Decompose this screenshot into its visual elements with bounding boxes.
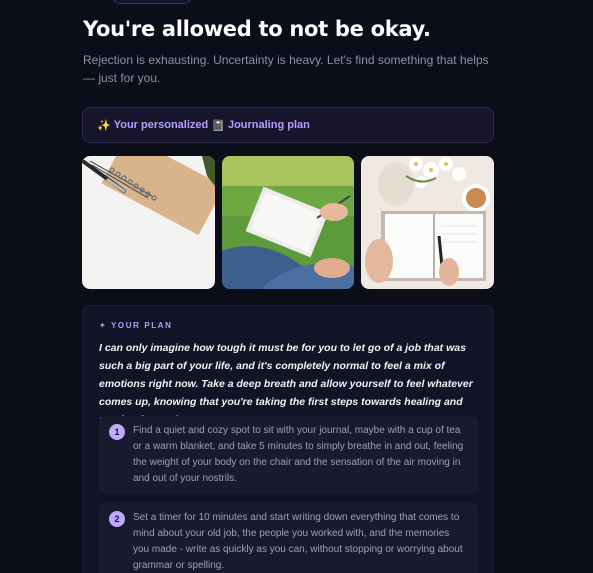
- step-number-badge: 2: [109, 511, 125, 527]
- journal-flowers-photo: [361, 156, 495, 289]
- notebook-pen-photo: [82, 156, 215, 289]
- step-number-badge: 1: [109, 424, 125, 440]
- back-pill-button[interactable]: [112, 0, 192, 4]
- plan-step: 2 Set a timer for 10 minutes and start w…: [99, 503, 478, 573]
- sparkle-icon: ✨: [97, 119, 111, 132]
- step-text: Set a timer for 10 minutes and start wri…: [133, 512, 463, 571]
- page: You're allowed to not be okay. Rejection…: [0, 0, 593, 573]
- plan-card: ✦ YOUR PLAN I can only imagine how tough…: [82, 305, 494, 573]
- banner-text-before: Your personalized: [113, 119, 209, 131]
- writing-outdoors-photo: [221, 156, 355, 289]
- step-text: Find a quiet and cozy spot to sit with y…: [133, 425, 464, 484]
- page-title: You're allowed to not be okay.: [83, 17, 431, 41]
- plan-banner: ✨ Your personalized 📓 Journaling plan: [82, 107, 494, 143]
- notebook-icon: 📓: [211, 119, 225, 132]
- page-subtitle: Rejection is exhausting. Uncertainty is …: [83, 53, 489, 85]
- plan-step: 1 Find a quiet and cozy spot to sit with…: [99, 416, 478, 494]
- banner-text-after: Journaling plan: [227, 119, 310, 131]
- plan-label: ✦ YOUR PLAN: [99, 321, 173, 330]
- image-gallery: [82, 156, 495, 289]
